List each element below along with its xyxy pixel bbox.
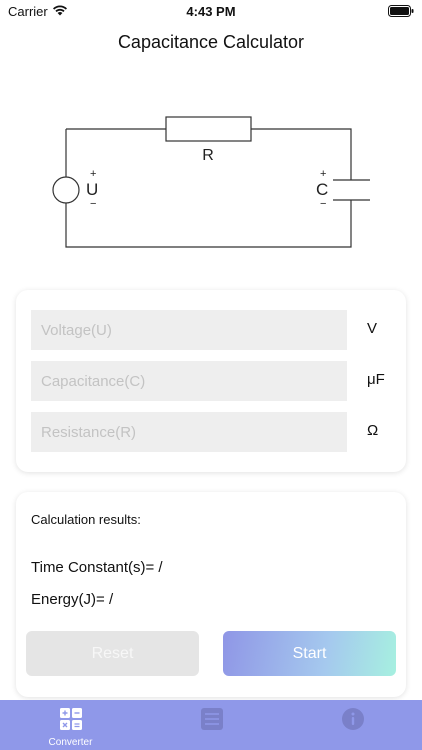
capacitor-symbol [333,179,370,201]
capacitor-plus-label: + [320,168,326,180]
info-icon [342,708,364,730]
capacitance-unit: μF [367,371,385,388]
source-minus-label: − [90,198,96,210]
results-title: Calculation results: [31,512,141,527]
time-constant-label: Time Constant(s)= [31,559,159,576]
voltage-row: V [31,310,391,350]
resistance-input[interactable] [31,412,347,452]
tab-bar: Converter [0,700,422,750]
source-label: U [86,180,98,199]
energy-value: / [108,591,114,608]
battery-icon [388,5,414,17]
resistor-symbol [165,116,252,142]
resistor-label: R [202,147,214,164]
rc-circuit-diagram: R + U − + C − [52,116,370,248]
page-title: Capacitance Calculator [117,32,305,52]
capacitor-minus-label: − [320,198,326,210]
capacitor-label: C [316,180,328,199]
reset-button[interactable]: Reset [26,631,199,676]
list-icon [201,708,223,730]
results-card: Calculation results: Time Constant(s)= /… [16,492,406,697]
capacitance-row: μF [31,361,391,401]
voltage-unit: V [367,320,378,337]
voltage-input[interactable] [31,310,347,350]
input-card: V μF Ω [16,290,406,472]
status-bar: Carrier 4:43 PM [0,0,422,22]
time-constant-value: / [158,559,163,576]
resistance-row: Ω [31,412,391,452]
voltage-source-symbol [52,176,80,204]
resistance-unit: Ω [367,422,379,439]
calculator-icon [60,708,82,730]
energy-label: Energy(J)= [31,591,109,608]
clock: 4:43 PM [186,4,236,19]
energy-result: Energy(J)= / [31,591,113,608]
tab-converter-label: Converter [48,737,93,748]
capacitance-input[interactable] [31,361,347,401]
tab-list[interactable] [141,700,282,750]
start-button[interactable]: Start [223,631,396,676]
source-plus-label: + [90,168,96,180]
time-constant-result: Time Constant(s)= / [31,559,163,576]
tab-converter[interactable]: Converter [0,700,141,750]
tab-info[interactable] [282,700,422,750]
